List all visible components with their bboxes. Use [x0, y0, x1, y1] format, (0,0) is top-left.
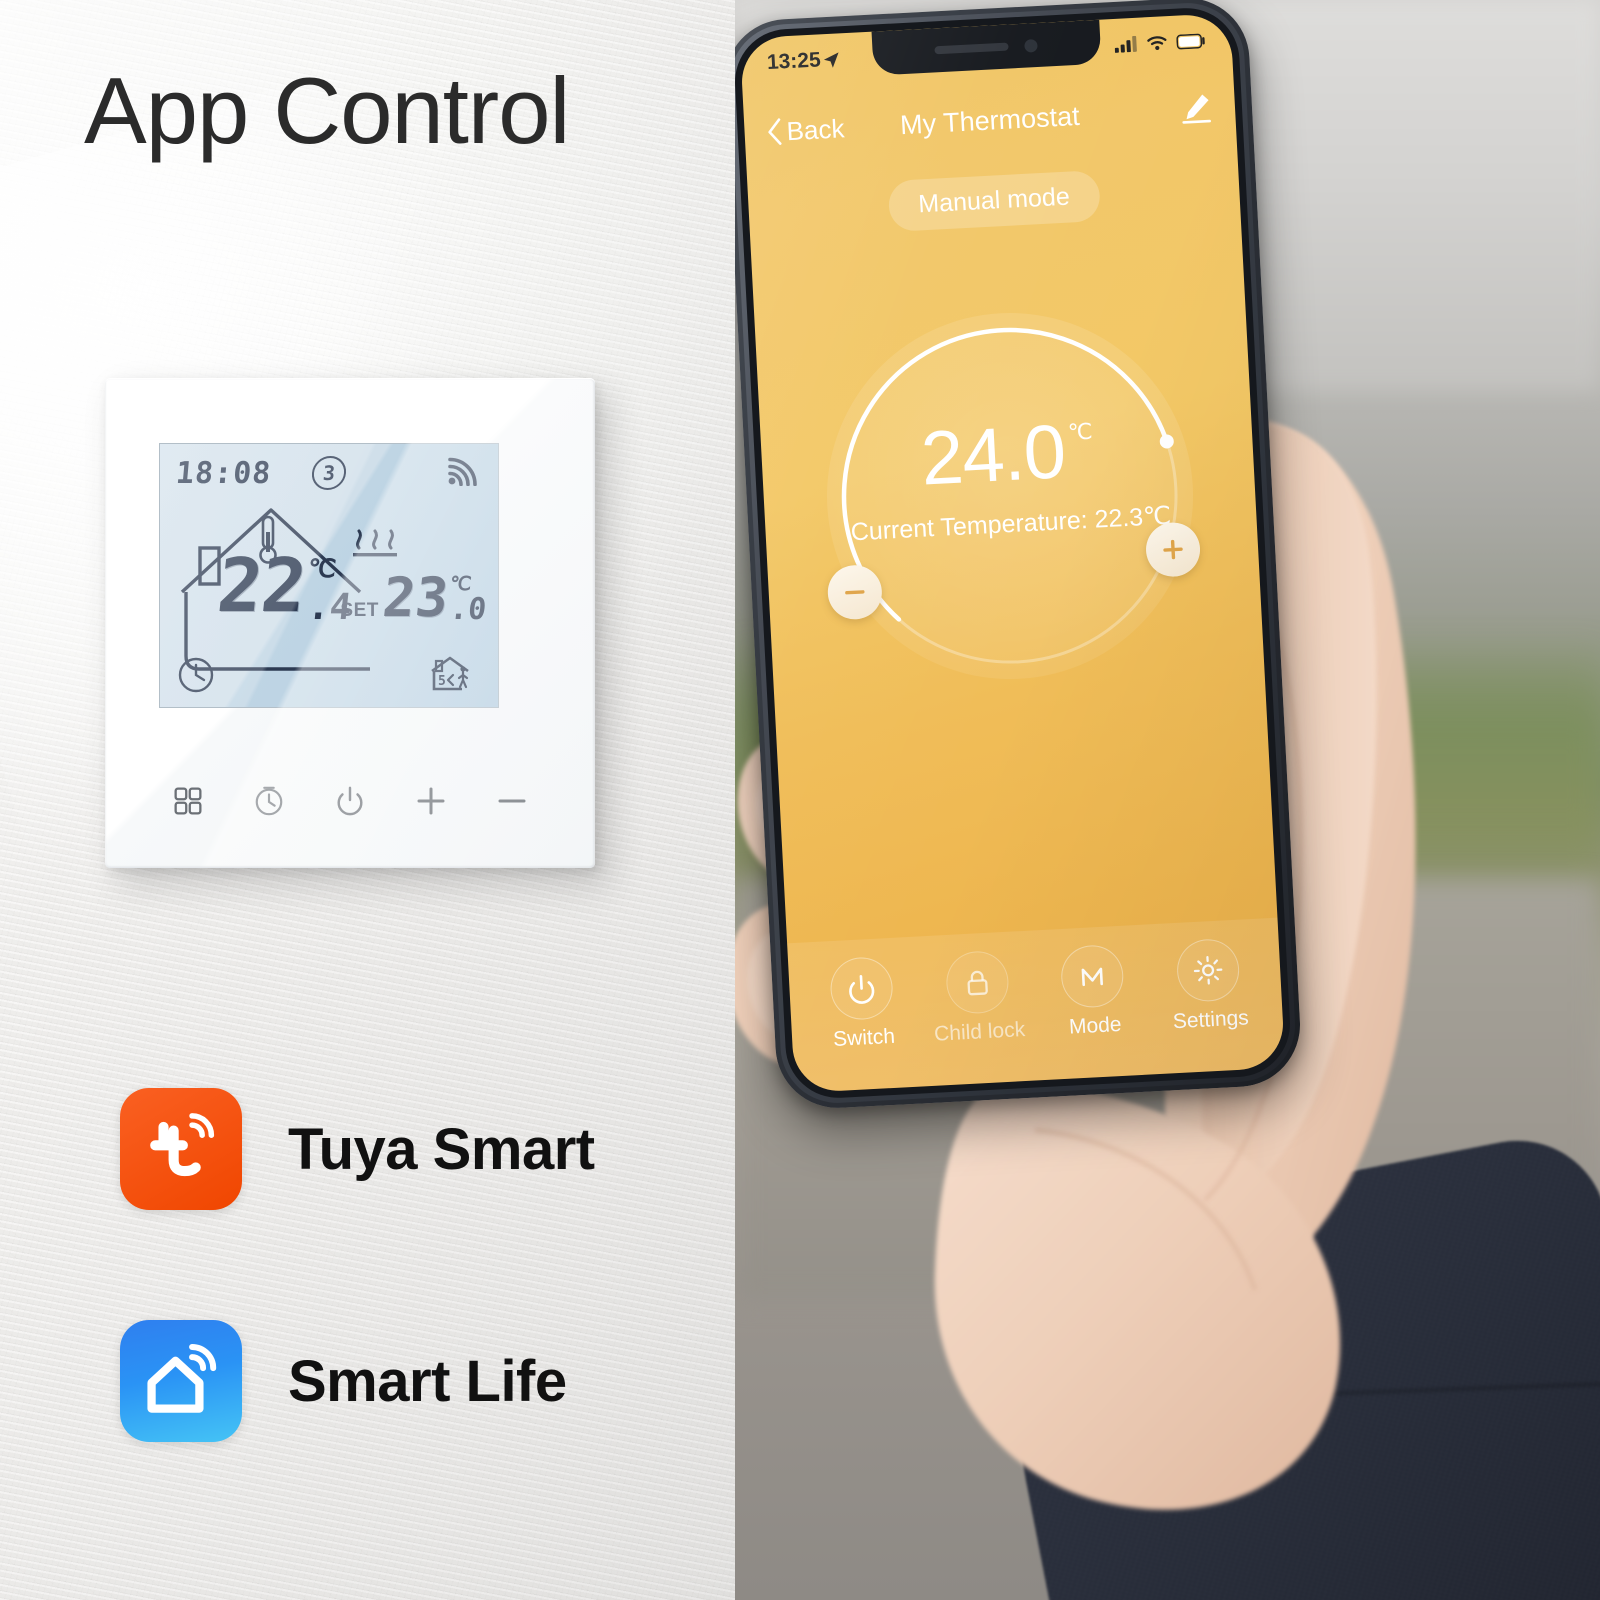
clock-icon	[178, 657, 214, 693]
cellular-signal-icon	[1114, 35, 1137, 53]
brand-name-label: Smart Life	[288, 1348, 567, 1414]
thermostat-lcd-screen: 18:08 3 22 ℃ .4 SET 23 ℃ .0 5	[159, 443, 499, 708]
mode-m-icon	[1081, 967, 1104, 987]
power-icon	[337, 786, 363, 816]
clock-icon	[255, 786, 283, 816]
minus-button[interactable]	[489, 778, 535, 824]
settings-button[interactable]	[1175, 937, 1241, 1003]
battery-icon	[1176, 33, 1205, 49]
status-bar-icons	[1114, 32, 1206, 53]
mode-pill[interactable]: Manual mode	[887, 169, 1101, 232]
dial-set-temperature: 24.0	[918, 409, 1068, 502]
lcd-set-temp-dec: .0	[448, 592, 488, 628]
timer-button[interactable]	[246, 778, 292, 824]
brand-tuya-smart[interactable]: Tuya Smart	[120, 1088, 595, 1210]
location-arrow-icon	[823, 51, 839, 68]
svg-text:5: 5	[438, 674, 446, 689]
toolbar-label-settings: Settings	[1172, 1006, 1250, 1034]
wifi-icon	[1147, 36, 1167, 51]
app-header: Back My Thermostat	[743, 81, 1236, 161]
grid-menu-icon	[174, 787, 202, 815]
page-title: App Control	[84, 58, 570, 163]
pencil-edit-icon	[1182, 93, 1211, 124]
plus-icon	[1162, 539, 1183, 560]
phone-screen: 13:25 Back My Thermostat Manual mode 24.…	[739, 12, 1286, 1094]
toolbar-label-switch: Switch	[832, 1024, 896, 1052]
toolbar-item-settings[interactable]: Settings	[1153, 937, 1266, 1036]
lcd-set-temp-int: 23	[379, 566, 452, 629]
lcd-period-indicator: 3	[310, 456, 348, 490]
away-occupancy-icon: 5	[431, 656, 469, 691]
lcd-current-temperature: 22 ℃ .4	[213, 543, 354, 629]
thermostat-touch-buttons	[105, 766, 595, 836]
status-bar-time: 13:25	[766, 48, 822, 75]
lock-icon	[967, 970, 988, 996]
lcd-current-temp-int: 22	[213, 543, 310, 629]
edit-button[interactable]	[1178, 89, 1214, 130]
wifi-signal-icon	[448, 457, 477, 486]
plus-icon	[417, 787, 445, 815]
lcd-set-label: SET	[340, 600, 379, 621]
thermostat-device: 18:08 3 22 ℃ .4 SET 23 ℃ .0 5	[105, 378, 595, 868]
heating-waves-icon	[353, 529, 397, 557]
lcd-set-temperature: SET 23 ℃ .0	[340, 566, 488, 629]
toolbar-label-mode: Mode	[1068, 1012, 1123, 1039]
tuya-logo-icon	[120, 1088, 242, 1210]
brand-smart-life[interactable]: Smart Life	[120, 1320, 567, 1442]
lcd-set-unit: ℃	[448, 573, 473, 595]
toolbar-item-switch[interactable]: Switch	[806, 955, 919, 1054]
temperature-dial[interactable]: 24.0℃ Current Temperature: 22.3℃	[817, 303, 1202, 689]
toolbar-item-child-lock[interactable]: Child lock	[922, 949, 1035, 1048]
brand-name-label: Tuya Smart	[288, 1116, 595, 1182]
lcd-time: 18:08	[174, 456, 273, 491]
power-icon	[849, 974, 875, 1004]
minus-icon	[844, 590, 865, 595]
lcd-current-unit: ℃	[306, 554, 338, 583]
chevron-left-icon	[768, 118, 782, 145]
child-lock-button[interactable]	[944, 949, 1010, 1016]
switch-button[interactable]	[828, 955, 895, 1022]
left-product-panel: App Control 18:08 3 22 ℃ .4 SET 23 ℃ .0 …	[0, 0, 735, 1600]
plus-button[interactable]	[408, 778, 454, 824]
app-bottom-toolbar: Switch Child lock Mode Settings	[787, 917, 1286, 1094]
status-bar-time-group: 13:25	[766, 47, 840, 75]
smartphone: 13:25 Back My Thermostat Manual mode 24.…	[735, 0, 1304, 1111]
dial-unit: ℃	[1067, 418, 1094, 445]
gear-icon	[1193, 956, 1223, 985]
toolbar-label-child-lock: Child lock	[933, 1018, 1026, 1046]
power-button[interactable]	[327, 778, 373, 824]
minus-icon	[498, 799, 526, 803]
back-button-label: Back	[785, 112, 846, 146]
back-button[interactable]: Back	[766, 113, 845, 148]
right-lifestyle-panel: 13:25 Back My Thermostat Manual mode 24.…	[735, 0, 1600, 1600]
smartlife-logo-icon	[120, 1320, 242, 1442]
toolbar-item-mode[interactable]: Mode	[1037, 943, 1150, 1042]
mode-button[interactable]	[1060, 943, 1126, 1009]
menu-button[interactable]	[165, 778, 211, 824]
